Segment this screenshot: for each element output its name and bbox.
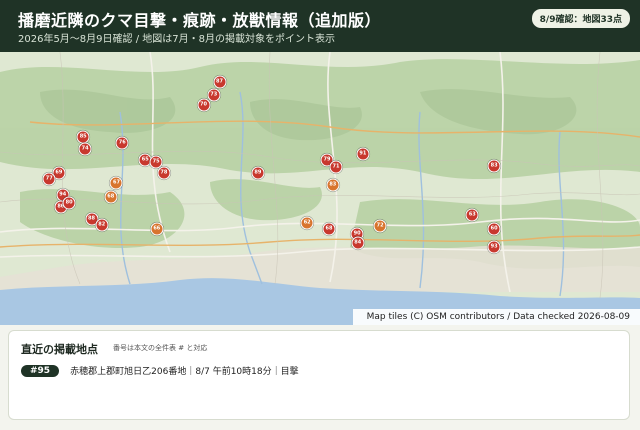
map-marker[interactable]: 89	[251, 166, 265, 180]
map-marker[interactable]: 83	[326, 178, 340, 192]
map-marker[interactable]: 85	[76, 130, 90, 144]
map-marker[interactable]: 82	[95, 218, 109, 232]
latest-points-panel: 直近の掲載地点 番号は本文の全件表 # と対応 #95 赤穂郡上郡町旭日乙206…	[8, 330, 630, 420]
map-marker[interactable]: 93	[487, 240, 501, 254]
entry-number-badge: #95	[21, 364, 60, 377]
panel-title: 直近の掲載地点	[21, 343, 98, 356]
map-marker[interactable]: 60	[487, 222, 501, 236]
map-marker[interactable]: 71	[329, 160, 343, 174]
status-badge: 8/9確認：地図33点	[531, 9, 630, 28]
map-marker[interactable]: 67	[109, 176, 123, 190]
map-attribution: Map tiles (C) OSM contributors / Data ch…	[352, 309, 640, 325]
map-marker[interactable]: 91	[356, 147, 370, 161]
page-subtitle: 2026年5月〜8月9日確認 / 地図は7月・8月の掲載対象をポイント表示	[18, 34, 335, 45]
panel-note: 番号は本文の全件表 # と対応	[113, 344, 208, 352]
map-marker[interactable]: 73	[207, 88, 221, 102]
map-marker[interactable]: 84	[351, 236, 365, 250]
map-marker[interactable]: 76	[115, 136, 129, 150]
map-marker[interactable]: 68	[322, 222, 336, 236]
latest-entry[interactable]: #95 赤穂郡上郡町旭日乙206番地｜8/7 午前10時18分｜目撃	[21, 360, 299, 377]
map-marker[interactable]: 63	[465, 208, 479, 222]
map-marker[interactable]: 70	[197, 98, 211, 112]
map-marker[interactable]: 78	[157, 166, 171, 180]
map-marker[interactable]: 83	[487, 159, 501, 173]
map-marker[interactable]: 62	[300, 216, 314, 230]
entry-text: 赤穂郡上郡町旭日乙206番地｜8/7 午前10時18分｜目撃	[70, 367, 299, 377]
map-view[interactable]: 87 73 70 85 74 76 65 75 78 69 77 67 94 68 86 80 88 82 66 89…	[0, 52, 640, 325]
map-marker[interactable]: 72	[373, 219, 387, 233]
map-marker[interactable]: 68	[104, 190, 118, 204]
map-marker[interactable]: 66	[150, 222, 164, 236]
map-marker[interactable]: 80	[62, 196, 76, 210]
header-bar: 播磨近隣のクマ目撃・痕跡・放獣情報（追加版） 2026年5月〜8月9日確認 / …	[0, 0, 640, 52]
map-marker[interactable]: 87	[213, 75, 227, 89]
page-title: 播磨近隣のクマ目撃・痕跡・放獣情報（追加版）	[18, 11, 382, 30]
map-marker[interactable]: 77	[42, 172, 56, 186]
map-base-layer	[0, 52, 640, 325]
map-marker[interactable]: 74	[78, 142, 92, 156]
